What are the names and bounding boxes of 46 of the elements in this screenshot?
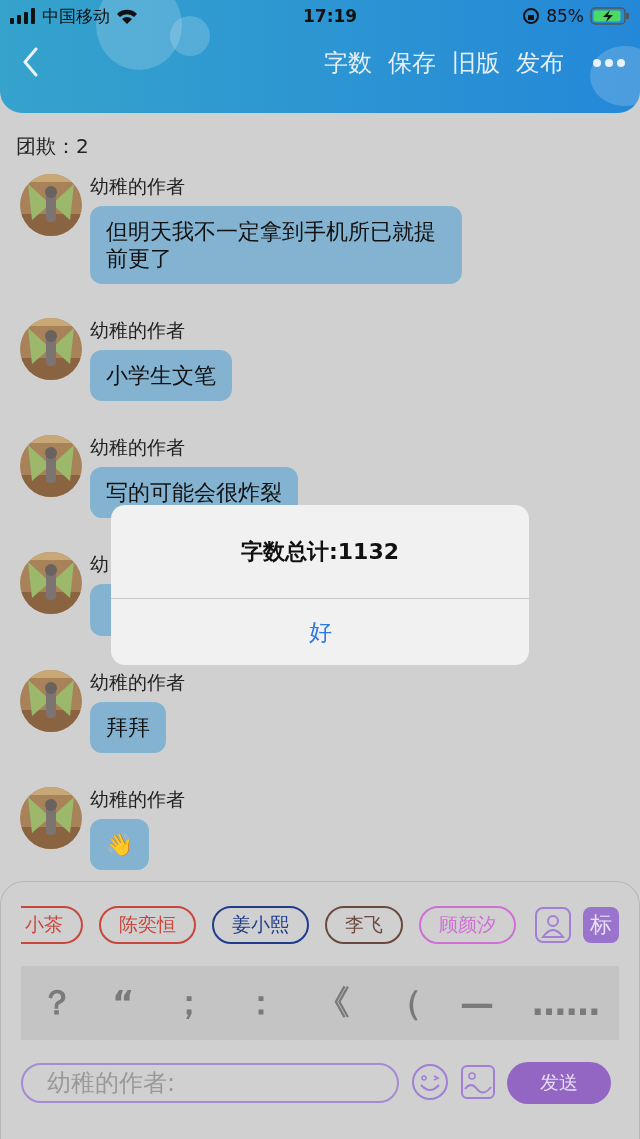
- header-action[interactable]: 旧版: [448, 47, 504, 79]
- wifi-icon: [116, 8, 138, 24]
- message-bubble: 👋: [90, 819, 149, 870]
- sender-name: 幼稚的作者: [90, 435, 185, 460]
- character-tag[interactable]: 姜小熙: [212, 906, 309, 944]
- character-tag[interactable]: 陈奕恒: [99, 906, 196, 944]
- character-tag[interactable]: 顾颜汐: [419, 906, 516, 944]
- image-icon: [461, 1064, 495, 1099]
- contact-button[interactable]: [535, 907, 571, 943]
- header-action[interactable]: 保存: [384, 47, 440, 79]
- sender-name: 幼稚的作者: [90, 318, 185, 343]
- image-button[interactable]: [461, 1064, 495, 1102]
- sender-name: 幼稚的作者: [90, 670, 185, 695]
- character-tag[interactable]: 李飞: [325, 906, 403, 944]
- back-icon: [22, 46, 38, 77]
- more-icon: [592, 57, 626, 68]
- character-tag[interactable]: 小茶: [21, 906, 83, 944]
- header-action[interactable]: 发布: [512, 47, 568, 79]
- group-count: 团欺：2: [15, 133, 90, 160]
- punctuation-key[interactable]: ；: [166, 980, 213, 1026]
- message-bubble: 但明天我不一定拿到手机所已就提前更了: [90, 206, 462, 284]
- punctuation-key[interactable]: ：: [238, 980, 285, 1026]
- tag-button[interactable]: 标: [583, 907, 619, 943]
- signal-icon: [10, 8, 36, 24]
- punctuation-key[interactable]: （: [382, 980, 429, 1026]
- smiley-icon: [411, 1062, 449, 1101]
- rotation-lock-icon: [522, 7, 541, 25]
- punctuation-key[interactable]: ……: [526, 983, 606, 1023]
- punctuation-key[interactable]: “: [105, 983, 141, 1023]
- message-bubble: 小学生文笔: [90, 350, 232, 401]
- message-bubble: 拜拜: [90, 702, 166, 753]
- status-time: 17:19: [303, 6, 358, 26]
- header-action[interactable]: 字数: [320, 47, 376, 79]
- carrier-name: 中国移动: [42, 4, 110, 28]
- sender-name: 幼: [90, 552, 109, 577]
- battery-percent: 85%: [546, 6, 584, 26]
- sender-name: 幼稚的作者: [90, 174, 185, 199]
- battery-icon: [590, 6, 630, 26]
- alert-title: 字数总计:1132: [111, 505, 529, 599]
- sender-name: 幼稚的作者: [90, 787, 185, 812]
- punctuation-key[interactable]: —: [454, 983, 501, 1023]
- punctuation-key[interactable]: ？: [33, 980, 80, 1026]
- punctuation-key[interactable]: 《: [310, 980, 357, 1026]
- ok-button[interactable]: 好: [111, 599, 529, 665]
- send-button[interactable]: 发送: [507, 1062, 611, 1104]
- bubble-decoration: [590, 46, 640, 106]
